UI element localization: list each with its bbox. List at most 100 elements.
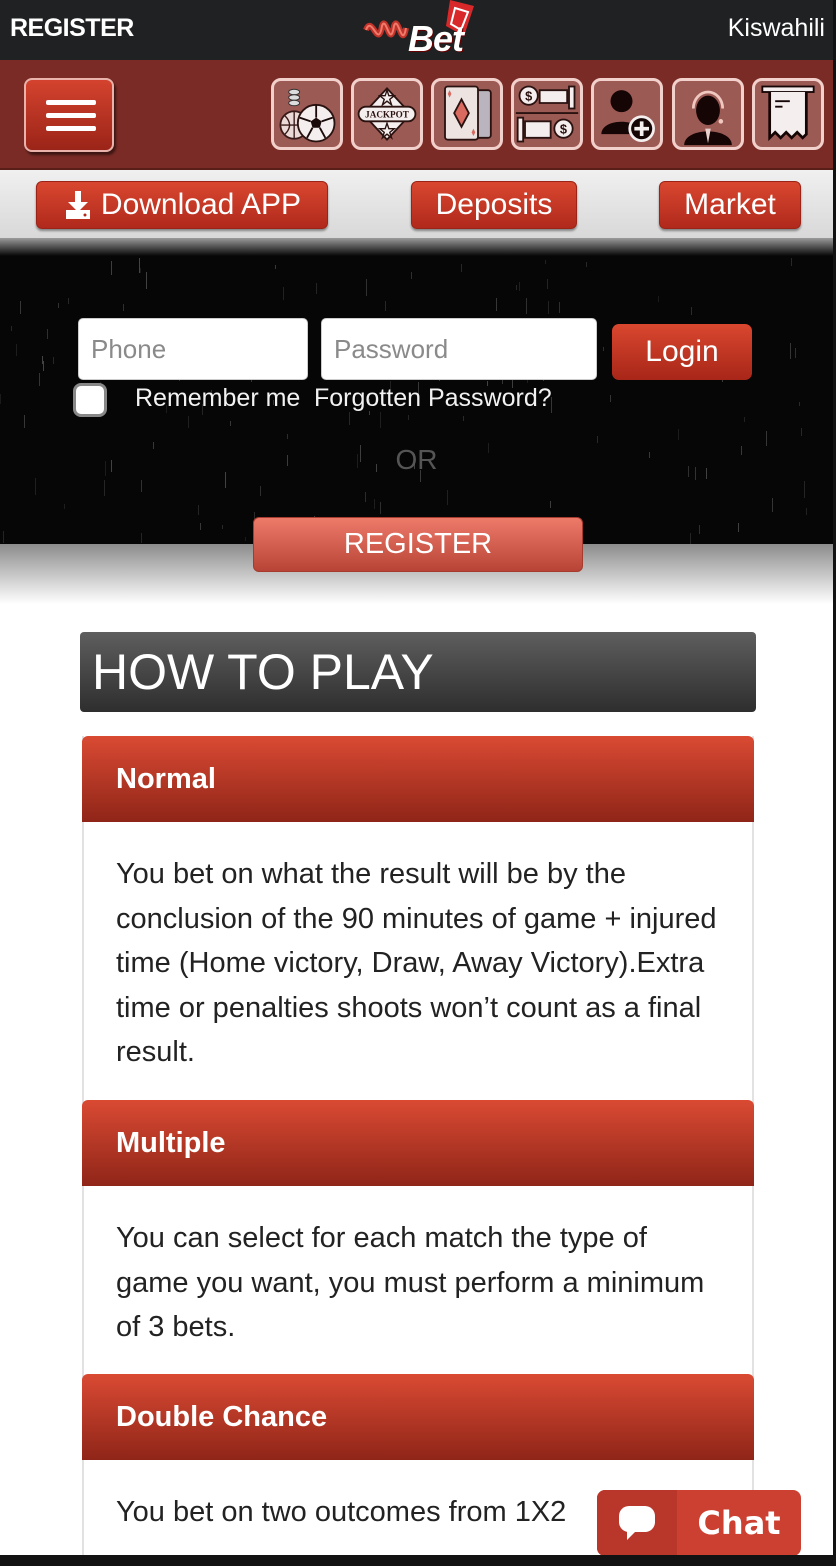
chat-widget-button[interactable]: Chat xyxy=(597,1490,801,1555)
rain-speck xyxy=(16,344,17,356)
nav-jackpot-button[interactable]: JACKPOT xyxy=(351,78,423,150)
download-app-label: Download APP xyxy=(100,188,302,221)
sports-icon xyxy=(279,88,336,143)
section-heading[interactable]: Multiple xyxy=(82,1100,754,1186)
rain-speck xyxy=(795,348,796,358)
rain-speck xyxy=(519,282,520,291)
site-logo[interactable]: Bet xyxy=(362,0,476,60)
page-frame: REGISTER Bet Kiswahili JACKPOT $ $ Downl… xyxy=(0,0,833,1555)
nav-band: JACKPOT $ $ xyxy=(0,60,833,170)
rain-speck xyxy=(374,499,375,509)
register-button[interactable]: REGISTER xyxy=(253,517,583,572)
add-user-icon xyxy=(601,90,655,142)
rain-speck xyxy=(139,258,140,273)
rain-speck xyxy=(380,502,381,514)
rain-speck xyxy=(245,537,246,541)
rain-speck xyxy=(287,434,288,439)
password-input[interactable] xyxy=(321,318,597,380)
support-agent-icon xyxy=(684,90,732,146)
rain-speck xyxy=(0,394,1,404)
receipt-icon xyxy=(761,85,815,142)
section-body: You can select for each match the type o… xyxy=(116,1222,705,1343)
nav-support-button[interactable] xyxy=(672,78,744,150)
rain-speck xyxy=(603,347,604,351)
rain-speck xyxy=(58,303,59,308)
rain-speck xyxy=(198,505,199,515)
money-exchange-icon: $ $ xyxy=(515,85,579,143)
rain-speck xyxy=(548,301,549,314)
phone-input[interactable] xyxy=(78,318,308,380)
rain-speck xyxy=(140,268,141,273)
nav-sports-button[interactable] xyxy=(271,78,343,150)
rain-speck xyxy=(799,402,800,406)
rain-speck xyxy=(366,279,367,296)
rain-speck xyxy=(316,283,317,294)
rain-speck xyxy=(790,343,791,359)
chat-bubble-icon xyxy=(619,1506,655,1540)
deposits-button[interactable]: Deposits xyxy=(411,181,577,229)
rain-speck xyxy=(699,525,700,534)
rain-speck xyxy=(691,307,692,315)
rain-speck xyxy=(610,395,611,402)
panel-fade xyxy=(0,238,833,256)
forgot-password-link[interactable]: Forgotten Password? xyxy=(314,384,552,413)
rain-speck xyxy=(806,508,807,515)
login-button[interactable]: Login xyxy=(612,324,752,380)
market-label: Market xyxy=(684,188,776,221)
rain-speck xyxy=(791,258,792,266)
rain-speck xyxy=(411,272,412,279)
rain-speck xyxy=(68,298,69,304)
how-to-play-text: HOW TO PLAY xyxy=(92,644,434,700)
rain-speck xyxy=(283,287,284,300)
section-heading-text: Normal xyxy=(116,762,216,795)
nav-receipt-button[interactable] xyxy=(752,78,824,150)
section-heading[interactable]: Double Chance xyxy=(82,1374,754,1460)
rain-speck xyxy=(526,298,527,314)
rain-speck xyxy=(447,490,448,505)
download-app-button[interactable]: Download APP xyxy=(36,181,328,229)
rain-speck xyxy=(200,523,201,530)
remember-me-label: Remember me xyxy=(135,384,301,412)
nav-add-user-button[interactable] xyxy=(591,78,663,150)
rain-speck xyxy=(365,492,366,502)
language-switch[interactable]: Kiswahili xyxy=(728,14,825,43)
rain-speck xyxy=(738,523,739,532)
rain-speck xyxy=(516,285,517,290)
nav-casino-button[interactable] xyxy=(431,78,503,150)
rain-speck xyxy=(230,421,231,426)
rain-speck xyxy=(35,478,36,495)
login-panel: Login Remember me Forgotten Password? OR xyxy=(0,238,833,544)
rain-speck xyxy=(11,326,12,331)
hamburger-line xyxy=(46,113,96,118)
svg-text:$: $ xyxy=(560,121,567,136)
remember-me-checkbox[interactable] xyxy=(73,383,107,417)
rain-speck xyxy=(690,533,691,544)
rain-speck xyxy=(408,415,409,420)
menu-button[interactable] xyxy=(24,78,114,152)
hamburger-line xyxy=(46,126,96,131)
rain-speck xyxy=(678,429,679,440)
rain-speck xyxy=(461,264,462,272)
section-heading-text: Multiple xyxy=(116,1126,226,1159)
market-button[interactable]: Market xyxy=(659,181,801,229)
chat-label: Chat xyxy=(697,1504,781,1542)
rain-speck xyxy=(188,416,189,428)
section-heading[interactable]: Normal xyxy=(82,736,754,822)
or-divider: OR xyxy=(395,444,438,475)
rain-speck xyxy=(3,531,4,543)
download-icon xyxy=(65,191,90,219)
header-register-link[interactable]: REGISTER xyxy=(10,14,134,43)
rain-speck xyxy=(42,356,43,364)
section-normal: Normal You bet on what the result will b… xyxy=(82,736,754,1100)
action-bar: Download APP Deposits Market xyxy=(0,170,833,238)
logo-text: Bet xyxy=(408,18,464,59)
top-header: REGISTER Bet Kiswahili xyxy=(0,0,833,60)
rain-speck xyxy=(24,415,25,428)
nav-money-button[interactable]: $ $ xyxy=(511,78,583,150)
rain-speck xyxy=(801,428,802,436)
rain-speck xyxy=(804,481,805,498)
svg-text:JACKPOT: JACKPOT xyxy=(365,110,409,120)
rain-speck xyxy=(559,302,560,313)
rain-speck xyxy=(260,486,261,496)
login-label: Login xyxy=(645,335,719,368)
